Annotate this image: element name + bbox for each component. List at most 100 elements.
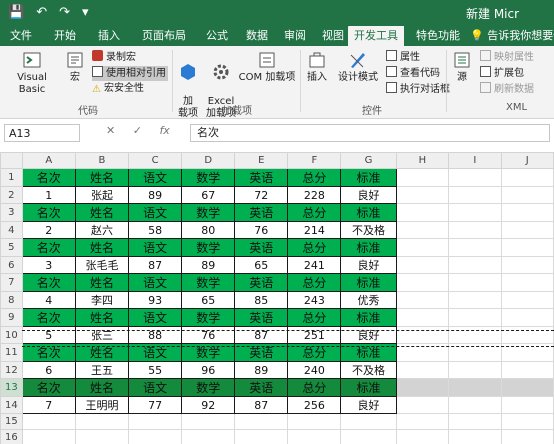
- cell[interactable]: [500, 256, 554, 274]
- cell[interactable]: 87: [234, 396, 289, 414]
- cancel-icon[interactable]: ✕: [106, 124, 115, 137]
- cell[interactable]: [448, 238, 502, 257]
- cell[interactable]: [500, 203, 554, 222]
- cell[interactable]: [500, 361, 554, 379]
- cell[interactable]: 数学: [181, 203, 236, 222]
- cell[interactable]: [287, 413, 342, 430]
- cell[interactable]: [340, 429, 397, 444]
- enter-icon[interactable]: ✓: [133, 124, 142, 137]
- cell[interactable]: 256: [287, 396, 342, 414]
- cell[interactable]: 243: [287, 291, 342, 309]
- tab-insert[interactable]: 插入: [90, 26, 128, 46]
- cell[interactable]: 65: [234, 256, 289, 274]
- cell[interactable]: 241: [287, 256, 342, 274]
- cell[interactable]: 姓名: [74, 273, 130, 292]
- cell[interactable]: 87: [128, 256, 183, 274]
- relative-refs-button[interactable]: 使用相对引用: [92, 66, 168, 81]
- name-box[interactable]: A13: [4, 124, 80, 142]
- cell[interactable]: 英语: [234, 203, 289, 222]
- cell[interactable]: 语文: [128, 238, 183, 257]
- row-header[interactable]: 13: [0, 378, 23, 397]
- cell[interactable]: 214: [287, 221, 342, 239]
- cell[interactable]: 优秀: [340, 291, 397, 309]
- cell[interactable]: 7: [21, 396, 76, 414]
- cell[interactable]: [448, 413, 502, 430]
- macros-button[interactable]: 宏: [64, 50, 86, 84]
- insert-control-button[interactable]: 插入: [304, 50, 330, 84]
- cell[interactable]: [448, 429, 502, 444]
- cell[interactable]: 名次: [21, 168, 76, 187]
- cell[interactable]: 张毛毛: [74, 256, 130, 274]
- cell[interactable]: 姓名: [74, 308, 130, 327]
- cell[interactable]: 语文: [128, 273, 183, 292]
- cell[interactable]: 总分: [287, 203, 342, 222]
- cell[interactable]: 姓名: [74, 378, 130, 397]
- run-dialog-button[interactable]: 执行对话框: [386, 82, 450, 97]
- cell[interactable]: [500, 221, 554, 239]
- cell[interactable]: 96: [181, 361, 236, 379]
- cell[interactable]: 240: [287, 361, 342, 379]
- cell[interactable]: 89: [181, 256, 236, 274]
- column-header[interactable]: C: [128, 152, 183, 169]
- cell[interactable]: 标准: [340, 238, 397, 257]
- cell[interactable]: 语文: [128, 378, 183, 397]
- cell[interactable]: [128, 413, 183, 430]
- cell[interactable]: 77: [128, 396, 183, 414]
- addins-button[interactable]: 加 载项: [176, 50, 200, 120]
- cell[interactable]: 93: [128, 291, 183, 309]
- cell[interactable]: 姓名: [74, 203, 130, 222]
- cell[interactable]: [395, 273, 450, 292]
- cell[interactable]: [21, 429, 76, 444]
- cell[interactable]: 名次: [21, 378, 76, 397]
- row-header[interactable]: 10: [0, 326, 23, 344]
- cell[interactable]: 80: [181, 221, 236, 239]
- cell[interactable]: 姓名: [74, 168, 130, 187]
- cell[interactable]: 85: [234, 291, 289, 309]
- cell[interactable]: [395, 221, 450, 239]
- cell[interactable]: 89: [128, 186, 183, 204]
- cell[interactable]: 名次: [21, 273, 76, 292]
- cell[interactable]: [448, 168, 502, 187]
- cell[interactable]: [395, 429, 450, 444]
- cell[interactable]: [287, 429, 342, 444]
- cell[interactable]: 228: [287, 186, 342, 204]
- cell[interactable]: [395, 413, 450, 430]
- cell[interactable]: 名次: [21, 238, 76, 257]
- cell[interactable]: 标准: [340, 308, 397, 327]
- row-header[interactable]: 8: [0, 291, 23, 309]
- tell-me-box[interactable]: 💡 告诉我你想要做什: [470, 26, 554, 46]
- cell[interactable]: [448, 291, 502, 309]
- row-header[interactable]: 1: [0, 168, 23, 187]
- cell[interactable]: 总分: [287, 308, 342, 327]
- cell[interactable]: 英语: [234, 308, 289, 327]
- cell[interactable]: [448, 361, 502, 379]
- cell[interactable]: 总分: [287, 378, 342, 397]
- view-code-button[interactable]: 查看代码: [386, 66, 440, 81]
- cell[interactable]: [234, 429, 289, 444]
- cell[interactable]: 6: [21, 361, 76, 379]
- cell[interactable]: [448, 308, 502, 327]
- map-properties-button[interactable]: 映射属性: [480, 50, 534, 65]
- cell[interactable]: 赵六: [74, 221, 130, 239]
- tab-developer[interactable]: 开发工具: [348, 26, 404, 46]
- record-macro-button[interactable]: 录制宏: [92, 50, 136, 65]
- cell[interactable]: [500, 186, 554, 204]
- redo-icon[interactable]: ↷: [59, 4, 70, 22]
- cell[interactable]: [448, 256, 502, 274]
- column-header[interactable]: A: [21, 152, 76, 169]
- tab-special[interactable]: 特色功能: [410, 26, 466, 46]
- cell[interactable]: 语文: [128, 308, 183, 327]
- cell[interactable]: 4: [21, 291, 76, 309]
- cell[interactable]: [21, 413, 76, 430]
- cell[interactable]: [500, 291, 554, 309]
- cell[interactable]: 标准: [340, 203, 397, 222]
- cell[interactable]: 标准: [340, 168, 397, 187]
- macro-security-button[interactable]: ⚠ 宏安全性: [92, 82, 144, 96]
- cell[interactable]: [395, 186, 450, 204]
- cell[interactable]: 名次: [21, 203, 76, 222]
- com-addins-button[interactable]: COM 加载项: [238, 50, 296, 84]
- cell[interactable]: 名次: [21, 308, 76, 327]
- column-header[interactable]: F: [287, 152, 342, 169]
- cell[interactable]: 数学: [181, 168, 236, 187]
- cell[interactable]: 1: [21, 186, 76, 204]
